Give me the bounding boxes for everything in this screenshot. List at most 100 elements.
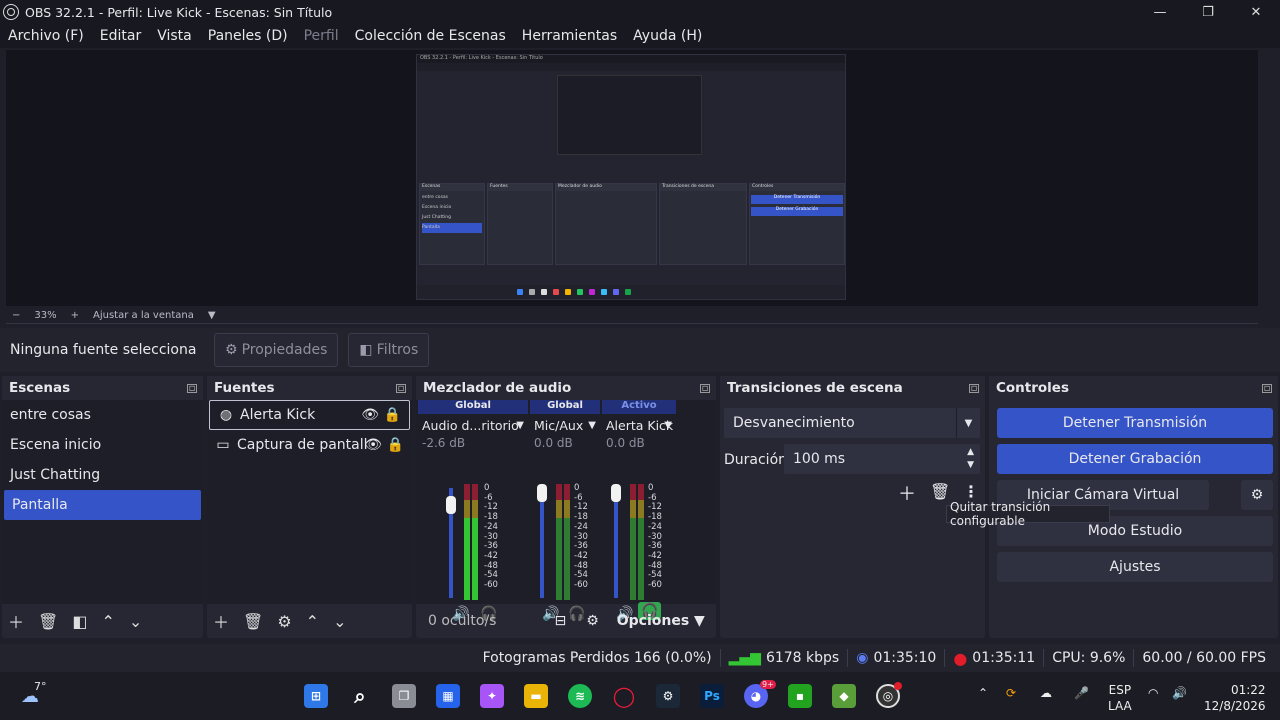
- move-down-icon[interactable]: ⌄: [129, 612, 142, 631]
- visibility-eye-icon[interactable]: 👁: [361, 407, 379, 423]
- layout-toggle-icon[interactable]: ⊟: [554, 613, 566, 629]
- title-bar: OBS 32.2.1 - Perfil: Live Kick - Escenas…: [0, 0, 1280, 24]
- volume-slider[interactable]: [614, 488, 618, 598]
- channel-name[interactable]: Alerta Kick ▼: [602, 414, 676, 436]
- sources-dock: Fuentes ▫ ◍ Alerta Kick 👁 🔒 ▭ Captura de…: [207, 376, 412, 638]
- source-item[interactable]: ▭ Captura de pantall 👁 🔒: [207, 430, 412, 460]
- photoshop-icon[interactable]: Ps: [700, 684, 724, 708]
- menu-editar[interactable]: Editar: [92, 28, 149, 44]
- opera-gx-icon[interactable]: ◯: [612, 684, 636, 708]
- volume-slider-handle[interactable]: [537, 484, 547, 502]
- volume-slider[interactable]: [540, 488, 544, 598]
- volume-icon[interactable]: 🔊: [1172, 686, 1187, 700]
- chevron-down-icon: ▼: [588, 419, 596, 431]
- remove-transition-icon[interactable]: 🗑: [930, 482, 950, 501]
- mixer-channel: Activo Alerta Kick ▼ 0.0 dB 0 -6 -12 -18 -24-…: [602, 400, 676, 622]
- add-scene-icon[interactable]: ＋: [8, 609, 24, 633]
- menu-herramientas[interactable]: Herramientas: [514, 28, 625, 44]
- source-settings-icon[interactable]: ⚙: [277, 612, 291, 631]
- zoom-out-button[interactable]: −: [12, 310, 20, 321]
- stop-streaming-button[interactable]: Detener Transmisión: [997, 408, 1273, 438]
- scenes-title: Escenas: [9, 380, 71, 396]
- move-down-icon[interactable]: ⌄: [333, 612, 346, 631]
- visibility-eye-icon[interactable]: 👁: [364, 437, 382, 453]
- properties-button[interactable]: ⚙ Propiedades: [214, 333, 339, 367]
- task-view-icon[interactable]: ❐: [392, 684, 416, 708]
- microphone-icon[interactable]: 🎤: [1074, 686, 1089, 700]
- undock-icon[interactable]: ▫: [396, 383, 406, 393]
- channel-name[interactable]: Audio d...ritorio ▼: [418, 414, 528, 436]
- menu-coleccion-escenas[interactable]: Colección de Escenas: [347, 28, 514, 44]
- mixer-channel: Global Mic/Aux ▼ 0.0 dB 0 -6 -12 -18 -24 -30 -3…: [530, 400, 600, 622]
- channel-name[interactable]: Mic/Aux ▼: [530, 414, 600, 436]
- scene-item[interactable]: Just Chatting: [2, 460, 203, 490]
- cloud-icon[interactable]: ☁: [1040, 686, 1052, 700]
- undock-icon[interactable]: ▫: [187, 383, 197, 393]
- close-button[interactable]: ✕: [1232, 0, 1280, 24]
- microsoft-store-icon[interactable]: ▦: [436, 684, 460, 708]
- zoom-dropdown[interactable]: ▼: [208, 310, 216, 321]
- menu-vista[interactable]: Vista: [149, 28, 200, 44]
- add-source-icon[interactable]: ＋: [213, 609, 229, 633]
- lock-icon[interactable]: 🔒: [387, 437, 404, 453]
- settings-button[interactable]: Ajustes: [997, 552, 1273, 582]
- scene-item[interactable]: Escena inicio: [2, 430, 203, 460]
- scene-filters-icon[interactable]: ◧: [72, 612, 87, 631]
- scene-item-selected[interactable]: Pantalla: [4, 490, 201, 520]
- file-explorer-icon[interactable]: ▬: [524, 684, 548, 708]
- tray-expand-icon[interactable]: ⌃: [978, 686, 988, 700]
- transition-select[interactable]: Desvanecimiento ▼: [724, 408, 980, 438]
- undock-icon[interactable]: ▫: [700, 383, 710, 393]
- search-icon[interactable]: ⌕: [348, 684, 372, 708]
- minimize-button[interactable]: —: [1136, 0, 1184, 24]
- move-up-icon[interactable]: ⌃: [306, 612, 319, 631]
- mixer-channel: Global Audio d...ritorio ▼ -2.6 dB 0 -6 -12…: [418, 400, 528, 622]
- tooltip: Quitar transición configurable: [946, 500, 1110, 528]
- signal-bars-icon: ▂▄▆: [728, 650, 761, 666]
- move-up-icon[interactable]: ⌃: [101, 612, 114, 631]
- minecraft-launcher-icon[interactable]: ◆: [832, 684, 856, 708]
- more-options-icon[interactable]: ⋮: [963, 482, 979, 501]
- delete-scene-icon[interactable]: 🗑: [38, 612, 58, 631]
- transitions-title: Transiciones de escena: [727, 380, 903, 396]
- menu-paneles[interactable]: Paneles (D): [200, 28, 296, 44]
- mixer-options-button[interactable]: Opciones ▼: [617, 613, 705, 629]
- zoom-in-button[interactable]: +: [71, 310, 79, 321]
- delete-source-icon[interactable]: 🗑: [243, 612, 263, 631]
- menu-perfil[interactable]: Perfil: [296, 28, 347, 44]
- hidden-channels-label: 0 oculto/s: [428, 613, 497, 629]
- undock-icon[interactable]: ▫: [969, 383, 979, 393]
- stop-recording-button[interactable]: Detener Grabación: [997, 444, 1273, 474]
- sync-icon[interactable]: ⟳: [1006, 686, 1016, 700]
- filter-icon: ◧: [359, 342, 373, 358]
- source-item[interactable]: ◍ Alerta Kick 👁 🔒: [209, 400, 410, 430]
- menu-archivo[interactable]: Archivo (F): [0, 28, 92, 44]
- menu-ayuda[interactable]: Ayuda (H): [625, 28, 710, 44]
- virtual-camera-settings-gear-icon[interactable]: ⚙: [1241, 480, 1273, 510]
- wifi-icon[interactable]: ◠: [1148, 686, 1158, 700]
- level-meter: [630, 484, 636, 600]
- meter-ticks: 0 -6 -12 -18 -24 -30 -36 -42 -48 -54 -60: [484, 483, 498, 591]
- volume-slider-handle[interactable]: [446, 496, 456, 514]
- undock-icon[interactable]: ▫: [1262, 383, 1272, 393]
- spin-arrows-icon[interactable]: ▲ ▼: [967, 446, 974, 472]
- volume-slider-handle[interactable]: [611, 484, 621, 502]
- display-capture-icon: ▭: [216, 437, 230, 453]
- windows-start-icon[interactable]: ⊞: [304, 684, 328, 708]
- add-transition-icon[interactable]: ＋: [898, 480, 916, 506]
- clock[interactable]: 01:22 12/8/2026: [1204, 682, 1266, 714]
- maximize-button[interactable]: ❐: [1184, 0, 1232, 24]
- scene-item[interactable]: entre cosas: [2, 400, 203, 430]
- window-title: OBS 32.2.1 - Perfil: Live Kick - Escenas…: [25, 4, 333, 20]
- lock-icon[interactable]: 🔒: [384, 407, 401, 423]
- duration-spinbox[interactable]: 100 ms ▲ ▼: [784, 444, 980, 474]
- preview-canvas[interactable]: OBS 32.2.1 - Perfil: Live Kick - Escenas…: [6, 50, 1258, 306]
- fit-to-window-button[interactable]: Ajustar a la ventana: [93, 310, 194, 321]
- filters-button[interactable]: ◧ Filtros: [348, 333, 430, 367]
- copilot-icon[interactable]: ✦: [480, 684, 504, 708]
- minecraft-creeper-icon[interactable]: ▪: [788, 684, 812, 708]
- steam-icon[interactable]: ⚙: [656, 684, 680, 708]
- advanced-audio-icon[interactable]: ⚙: [586, 613, 599, 629]
- language-indicator[interactable]: ESP LAA: [1108, 682, 1132, 714]
- spotify-icon[interactable]: ≋: [568, 684, 592, 708]
